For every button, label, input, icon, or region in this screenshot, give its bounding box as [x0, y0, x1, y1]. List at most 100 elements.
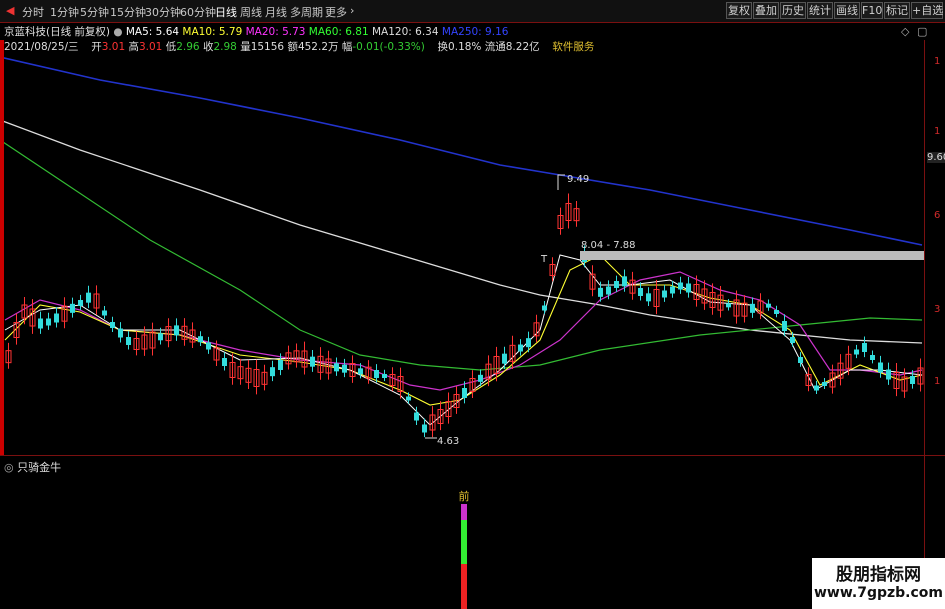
watermark-title: 股朋指标网	[836, 565, 921, 585]
candle-down	[518, 344, 523, 352]
candle-down	[478, 374, 483, 382]
indicator-chart[interactable]: 前	[0, 456, 924, 609]
candle-down	[70, 303, 75, 313]
ma250-line	[0, 56, 923, 246]
mark-button[interactable]: 标记	[884, 2, 910, 19]
axis-tick: 6	[934, 210, 941, 221]
candle-down	[814, 385, 819, 391]
stock-title: 京蓝科技(日线 前复权)	[4, 26, 111, 38]
candle-down	[766, 303, 771, 308]
gap-range-label: 8.04 - 7.88	[581, 240, 636, 251]
candle-down	[822, 382, 827, 386]
ma-legend-1: MA10: 5.79	[182, 26, 246, 38]
chevron-right-icon[interactable]: ›	[350, 4, 354, 17]
price-axis: 1 1 9.60 6 3 1	[925, 40, 945, 455]
candle-down	[222, 358, 227, 366]
candle-down	[798, 357, 803, 363]
candle-down	[526, 338, 531, 348]
candle-down	[334, 363, 339, 372]
candle-down	[686, 283, 691, 293]
tab-more[interactable]: 更多	[325, 4, 347, 20]
candle-down	[886, 369, 891, 380]
tab-60min[interactable]: 60分钟	[180, 4, 216, 20]
candle-down	[878, 362, 883, 373]
candle-down	[118, 328, 123, 338]
candle-down	[678, 282, 683, 290]
candle-down	[174, 325, 179, 336]
axis-tick: 3	[934, 304, 941, 315]
tab-daily[interactable]: 日线	[215, 4, 237, 20]
candle-down	[54, 313, 59, 323]
settings-gear-icon[interactable]: ●	[113, 26, 126, 38]
candle-down	[606, 286, 611, 295]
candle-down	[542, 305, 547, 311]
diamond-icon[interactable]: ◇	[901, 25, 909, 38]
candle-down	[126, 337, 131, 345]
tab-5min[interactable]: 5分钟	[80, 4, 109, 20]
overlay-button[interactable]: 叠加	[753, 2, 779, 19]
left-edge-marker	[0, 40, 4, 455]
tab-multi-period[interactable]: 多周期	[290, 4, 323, 20]
ma-legend-2: MA20: 5.73	[245, 26, 309, 38]
candle-down	[502, 353, 507, 364]
axis-tick: 1	[934, 56, 941, 67]
candlestick-chart[interactable]: 9.49 4.63 8.04 - 7.88 T	[0, 40, 925, 455]
candle-down	[614, 281, 619, 288]
candle-down	[782, 321, 787, 331]
candle-down	[270, 367, 275, 377]
signal-label: 前	[459, 489, 470, 503]
history-button[interactable]: 历史	[780, 2, 806, 19]
candle-down	[406, 396, 411, 401]
candle-down	[670, 286, 675, 294]
candle-down	[414, 412, 419, 421]
candle-down	[86, 292, 91, 303]
candle-down	[854, 349, 859, 355]
watermark-url: www.7gpzb.com	[813, 585, 943, 601]
candle-down	[382, 374, 387, 378]
signal-bar-magenta	[461, 504, 467, 520]
candle-down	[598, 287, 603, 297]
statistics-button[interactable]: 统计	[807, 2, 833, 19]
t-mark-label: T	[540, 254, 548, 265]
signal-bar-red	[461, 564, 467, 609]
candle-down	[870, 355, 875, 360]
candle-down	[38, 318, 43, 329]
draw-line-button[interactable]: 画线	[834, 2, 860, 19]
peak-marker	[557, 174, 565, 190]
tab-1min[interactable]: 1分钟	[50, 4, 79, 20]
axis-tick: 1	[934, 126, 941, 137]
candle-down	[862, 343, 867, 352]
ma-info-line: 京蓝科技(日线 前复权) ● MA5: 5.64 MA10: 5.79 MA20…	[4, 24, 508, 39]
candle-down	[462, 388, 467, 398]
current-price-tag: 9.60	[927, 152, 945, 163]
tab-weekly[interactable]: 周线	[240, 4, 262, 20]
ma-legend-4: MA120: 6.34	[372, 26, 442, 38]
f10-button[interactable]: F10	[861, 2, 883, 19]
candle-down	[158, 333, 163, 341]
candle-down	[646, 293, 651, 302]
candle-down	[278, 360, 283, 370]
candle-down	[910, 376, 915, 384]
candle-down	[358, 368, 363, 375]
candle-down	[662, 290, 667, 298]
candle-down	[310, 356, 315, 367]
tab-monthly[interactable]: 月线	[265, 4, 287, 20]
low-price-label: 4.63	[437, 436, 459, 447]
candle-down	[46, 318, 51, 326]
add-favorite-button[interactable]: +自选	[911, 2, 943, 19]
candle-down	[102, 310, 107, 316]
candle-down	[206, 342, 211, 350]
candle-down	[774, 310, 779, 314]
chevron-left-icon[interactable]: ◀	[6, 4, 14, 17]
maximize-icon[interactable]: ▢	[917, 25, 927, 38]
tab-15min[interactable]: 15分钟	[110, 4, 146, 20]
axis-tick: 1	[934, 376, 941, 387]
ma5-line	[4, 254, 923, 426]
candle-down	[790, 337, 795, 343]
toolbar: ◀ 分时 1分钟 5分钟 15分钟 30分钟 60分钟 日线 周线 月线 多周期…	[0, 0, 945, 23]
tab-fenshi[interactable]: 分时	[22, 4, 44, 20]
price-gap-band	[580, 251, 925, 260]
candle-down	[374, 370, 379, 378]
restore-rights-button[interactable]: 复权	[726, 2, 752, 19]
tab-30min[interactable]: 30分钟	[145, 4, 181, 20]
